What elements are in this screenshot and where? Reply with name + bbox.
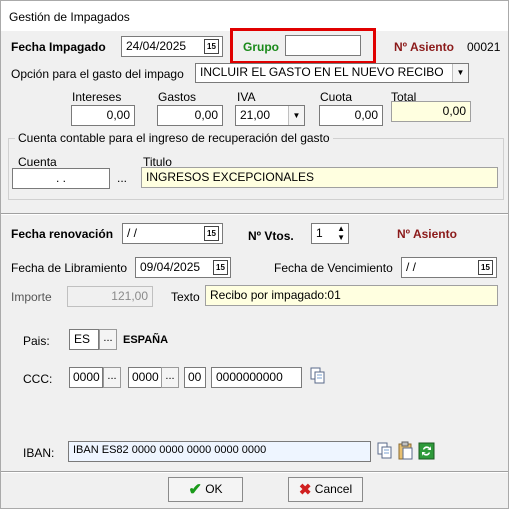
iban-field[interactable]: IBAN ES82 0000 0000 0000 0000 0000 bbox=[68, 441, 371, 462]
cuota-label: Cuota bbox=[320, 90, 353, 104]
ccc-label: CCC: bbox=[23, 372, 53, 386]
n-vtos-label: Nº Vtos. bbox=[248, 229, 294, 243]
cuenta-value: . . bbox=[55, 171, 66, 185]
ok-button[interactable]: ✔ OK bbox=[168, 477, 243, 502]
pais-field[interactable]: ES bbox=[69, 329, 99, 350]
cuenta-label: Cuenta bbox=[18, 155, 57, 169]
check-icon: ✔ bbox=[188, 481, 202, 499]
dropdown-arrow-icon[interactable]: ▼ bbox=[288, 106, 304, 125]
ccc-entidad-lookup-button[interactable]: ... bbox=[103, 367, 121, 388]
paste-icon[interactable] bbox=[397, 441, 415, 461]
pais-value: ES bbox=[74, 332, 91, 346]
gastos-label: Gastos bbox=[158, 90, 197, 104]
fecha-vencimiento-label: Fecha de Vencimiento bbox=[274, 261, 393, 275]
n-vtos-spinner[interactable]: 1 ▲ ▼ bbox=[311, 223, 349, 244]
fecha-impagado-label: Fecha Impagado bbox=[11, 40, 106, 54]
pais-lookup-button[interactable]: ... bbox=[99, 329, 117, 350]
gastos-field[interactable]: 0,00 bbox=[157, 105, 223, 126]
cross-icon: ✖ bbox=[298, 481, 312, 499]
total-value: 0,00 bbox=[442, 104, 466, 118]
ccc-oficina-lookup-button[interactable]: ... bbox=[161, 367, 179, 388]
fecha-libramiento-value: 09/04/2025 bbox=[140, 260, 201, 274]
ccc-cuenta-value: 0000000000 bbox=[216, 370, 283, 384]
importe-label: Importe bbox=[11, 290, 52, 304]
fecha-renovacion-label: Fecha renovación bbox=[11, 227, 114, 241]
n-asiento-label: Nº Asiento bbox=[394, 40, 454, 54]
importe-value: 121,00 bbox=[111, 289, 148, 303]
highlight-box bbox=[230, 28, 376, 64]
ccc-dc-value: 00 bbox=[188, 370, 202, 384]
calendar-icon[interactable]: 15 bbox=[478, 260, 493, 275]
texto-label: Texto bbox=[171, 290, 200, 304]
copy-icon[interactable] bbox=[309, 366, 327, 386]
spin-icon[interactable]: ▲ ▼ bbox=[337, 224, 345, 242]
ok-button-label: OK bbox=[205, 482, 223, 496]
fecha-libramiento-label: Fecha de Libramiento bbox=[11, 261, 128, 275]
calendar-icon[interactable]: 15 bbox=[204, 39, 219, 54]
cuota-field[interactable]: 0,00 bbox=[319, 105, 383, 126]
calendar-icon[interactable]: 15 bbox=[204, 226, 219, 241]
ccc-entidad-value: 0000 bbox=[73, 370, 100, 384]
total-field: 0,00 bbox=[391, 101, 471, 122]
titulo-field: INGRESOS EXCEPCIONALES bbox=[141, 167, 498, 188]
separator bbox=[1, 472, 508, 473]
opcion-gasto-value: INCLUIR EL GASTO EN EL NUEVO RECIBO bbox=[200, 65, 444, 79]
cancel-button-label: Cancel bbox=[314, 482, 353, 496]
pais-name: ESPAÑA bbox=[123, 334, 169, 346]
iva-label: IVA bbox=[237, 90, 256, 104]
n-asiento-value: 00021 bbox=[467, 40, 501, 54]
fecha-renovacion-value: / / bbox=[127, 226, 138, 240]
copy-icon[interactable] bbox=[376, 441, 394, 461]
texto-field[interactable]: Recibo por impagado:01 bbox=[205, 285, 498, 306]
intereses-field[interactable]: 0,00 bbox=[71, 105, 135, 126]
n-asiento-renovacion-label: Nº Asiento bbox=[397, 227, 457, 241]
cancel-button[interactable]: ✖ Cancel bbox=[288, 477, 363, 502]
ccc-oficina-value: 0000 bbox=[132, 370, 159, 384]
texto-value: Recibo por impagado:01 bbox=[210, 288, 341, 302]
cuenta-field[interactable]: . . bbox=[12, 168, 110, 189]
cuenta-groupbox-title: Cuenta contable para el ingreso de recup… bbox=[15, 131, 333, 145]
opcion-gasto-label: Opción para el gasto del impago bbox=[11, 67, 184, 81]
iva-value: 21,00 bbox=[240, 108, 271, 122]
pais-label: Pais: bbox=[23, 334, 50, 348]
iban-label: IBAN: bbox=[23, 446, 55, 460]
gastos-value: 0,00 bbox=[194, 108, 218, 122]
dropdown-arrow-icon[interactable]: ▼ bbox=[452, 64, 468, 82]
gestion-impagados-window: Gestión de Impagados Fecha Impagado 24/0… bbox=[0, 0, 509, 509]
ccc-dc-field[interactable]: 00 bbox=[184, 367, 206, 388]
fecha-vencimiento-value: / / bbox=[406, 260, 417, 274]
iban-value: IBAN ES82 0000 0000 0000 0000 0000 bbox=[73, 444, 267, 456]
ccc-entidad-field[interactable]: 0000 bbox=[69, 367, 103, 388]
opcion-gasto-select[interactable]: INCLUIR EL GASTO EN EL NUEVO RECIBO ▼ bbox=[195, 63, 469, 83]
refresh-icon[interactable] bbox=[418, 441, 436, 461]
iva-select[interactable]: 21,00 ▼ bbox=[235, 105, 305, 126]
calendar-icon[interactable]: 15 bbox=[213, 260, 228, 275]
window-title: Gestión de Impagados bbox=[1, 1, 508, 31]
cuota-value: 0,00 bbox=[354, 108, 378, 122]
intereses-label: Intereses bbox=[72, 90, 122, 104]
titulo-value: INGRESOS EXCEPCIONALES bbox=[146, 170, 315, 184]
importe-field: 121,00 bbox=[67, 286, 153, 307]
intereses-value: 0,00 bbox=[106, 108, 130, 122]
ccc-oficina-field[interactable]: 0000 bbox=[128, 367, 162, 388]
fecha-impagado-value: 24/04/2025 bbox=[126, 39, 187, 53]
n-vtos-value: 1 bbox=[316, 226, 323, 240]
ccc-cuenta-field[interactable]: 0000000000 bbox=[211, 367, 302, 388]
cuenta-lookup-button[interactable]: ... bbox=[117, 171, 127, 185]
separator bbox=[1, 214, 508, 215]
